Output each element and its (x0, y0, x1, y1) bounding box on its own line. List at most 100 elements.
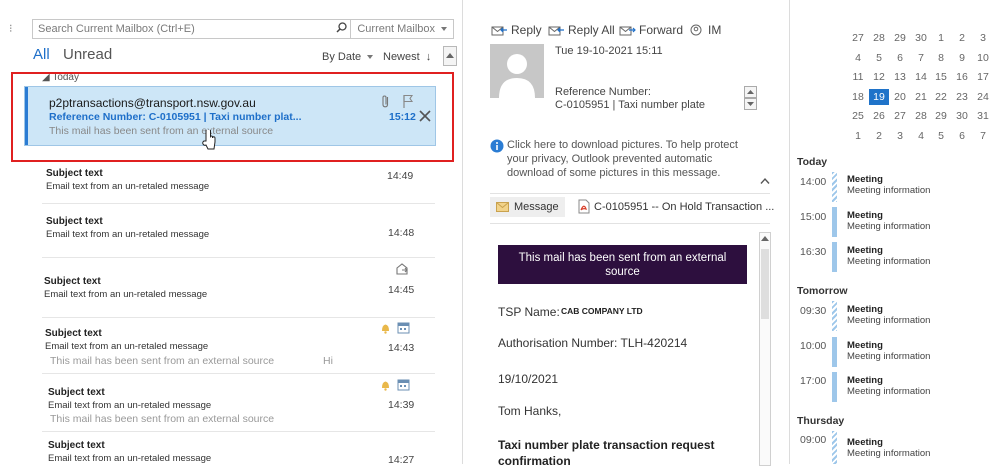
search-icon[interactable] (332, 22, 350, 36)
calendar-day[interactable]: 10 (973, 50, 993, 66)
scroll-up-arrow[interactable] (761, 236, 769, 241)
calendar-day[interactable]: 8 (931, 50, 951, 66)
calendar-day[interactable]: 26 (869, 108, 889, 124)
row-divider (42, 203, 435, 204)
reply-all-button[interactable]: Reply All (548, 23, 615, 37)
calendar-day[interactable]: 15 (931, 69, 951, 85)
calendar-day[interactable]: 17 (973, 69, 993, 85)
calendar-day[interactable]: 28 (911, 108, 931, 124)
reply-label: Reply (511, 23, 542, 37)
search-box[interactable]: Search Current Mailbox (Ctrl+E) Current … (32, 19, 454, 39)
message-subject[interactable]: Subject text (48, 440, 105, 451)
message-subject[interactable]: Subject text (46, 168, 103, 179)
scroll-thumb[interactable] (761, 249, 769, 319)
calendar-day[interactable]: 11 (848, 69, 868, 85)
forward-label: Forward (639, 23, 684, 37)
header-scroll-down[interactable] (744, 98, 757, 110)
pane-divider[interactable] (462, 0, 463, 464)
calendar-day[interactable]: 5 (869, 50, 889, 66)
calendar-day[interactable]: 18 (848, 89, 868, 105)
event-title[interactable]: Meeting (847, 304, 883, 315)
pane-divider[interactable] (789, 0, 790, 464)
calendar-day[interactable]: 27 (890, 108, 910, 124)
calendar-day[interactable]: 2 (869, 128, 889, 144)
calendar-icon (397, 321, 410, 337)
message-preview: This mail has been sent from an external… (50, 413, 275, 425)
tsp-name-label: TSP Name: (498, 305, 560, 319)
calendar-day[interactable]: 1 (848, 128, 868, 144)
calendar-day[interactable]: 19 (869, 89, 889, 105)
message-extra-text: Hi (323, 355, 333, 367)
event-title[interactable]: Meeting (847, 210, 883, 221)
calendar-day[interactable]: 1 (931, 30, 951, 46)
pdf-file-icon (578, 199, 590, 214)
header-scroll-up[interactable] (744, 86, 757, 98)
chevron-up-icon[interactable] (760, 176, 770, 188)
calendar-day[interactable]: 5 (931, 128, 951, 144)
list-scrollbar-up[interactable] (443, 46, 457, 66)
message-text: Email text from an un-retaled message (46, 181, 210, 192)
calendar-day[interactable]: 16 (952, 69, 972, 85)
agenda-header-tomorrow: Tomorrow (797, 285, 848, 297)
calendar-day[interactable]: 25 (848, 108, 868, 124)
forward-button[interactable]: Forward (619, 23, 683, 37)
event-time: 09:30 (800, 305, 827, 317)
calendar-day[interactable]: 13 (890, 69, 910, 85)
message-text: Email text from an un-retaled message (48, 453, 212, 464)
calendar-day[interactable]: 28 (869, 30, 889, 46)
calendar-icon (397, 378, 410, 394)
calendar-day[interactable]: 4 (848, 50, 868, 66)
calendar-day[interactable]: 2 (952, 30, 972, 46)
calendar-day[interactable]: 23 (952, 89, 972, 105)
calendar-day[interactable]: 30 (952, 108, 972, 124)
tsp-name-value: CAB COMPANY LTD (561, 306, 643, 316)
calendar-day[interactable]: 3 (890, 128, 910, 144)
calendar-day[interactable]: 14 (911, 69, 931, 85)
calendar-day[interactable]: 4 (911, 128, 931, 144)
row-divider (42, 373, 435, 374)
calendar-day[interactable]: 7 (911, 50, 931, 66)
search-input[interactable]: Search Current Mailbox (Ctrl+E) (33, 23, 332, 35)
download-pictures-link[interactable]: Click here to download pictures. To help… (507, 139, 738, 151)
search-scope-dropdown[interactable]: Current Mailbox (350, 20, 453, 38)
im-button[interactable]: IM (688, 23, 721, 37)
filter-unread-tab[interactable]: Unread (63, 46, 112, 63)
reply-button[interactable]: Reply (491, 23, 542, 37)
calendar-day[interactable]: 31 (973, 108, 993, 124)
calendar-day[interactable]: 6 (952, 128, 972, 144)
message-tab[interactable]: Message (490, 197, 565, 217)
event-info: Meeting information (847, 448, 931, 459)
calendar-day[interactable]: 9 (952, 50, 972, 66)
calendar-day[interactable]: 29 (931, 108, 951, 124)
calendar-day[interactable]: 20 (890, 89, 910, 105)
filter-all-tab[interactable]: All (33, 46, 50, 63)
pdf-attachment[interactable]: C-0105951 -- On Hold Transaction ... (578, 199, 774, 214)
event-title[interactable]: Meeting (847, 174, 883, 185)
message-subject[interactable]: Subject text (44, 276, 101, 287)
event-busy-bar (832, 431, 837, 464)
calendar-day[interactable]: 30 (911, 30, 931, 46)
calendar-day[interactable]: 21 (911, 89, 931, 105)
sort-by-dropdown[interactable]: By Date (322, 51, 374, 63)
row-divider (42, 257, 435, 258)
arrow-down-icon: ↓ (425, 51, 432, 63)
calendar-day[interactable]: 22 (931, 89, 951, 105)
sort-order-toggle[interactable]: Newest ↓ (383, 51, 431, 63)
event-title[interactable]: Meeting (847, 340, 883, 351)
calendar-day[interactable]: 3 (973, 30, 993, 46)
event-title[interactable]: Meeting (847, 437, 883, 448)
calendar-day[interactable]: 27 (848, 30, 868, 46)
calendar-day[interactable]: 29 (890, 30, 910, 46)
message-subject[interactable]: Subject text (45, 328, 102, 339)
calendar-day[interactable]: 24 (973, 89, 993, 105)
info-icon (490, 139, 504, 156)
search-scope-label: Current Mailbox (357, 23, 435, 35)
body-scrollbar[interactable] (759, 232, 771, 466)
calendar-day[interactable]: 12 (869, 69, 889, 85)
message-subject[interactable]: Subject text (48, 387, 105, 398)
calendar-day[interactable]: 7 (973, 128, 993, 144)
calendar-day[interactable]: 6 (890, 50, 910, 66)
event-title[interactable]: Meeting (847, 375, 883, 386)
message-subject[interactable]: Subject text (46, 216, 103, 227)
event-title[interactable]: Meeting (847, 245, 883, 256)
